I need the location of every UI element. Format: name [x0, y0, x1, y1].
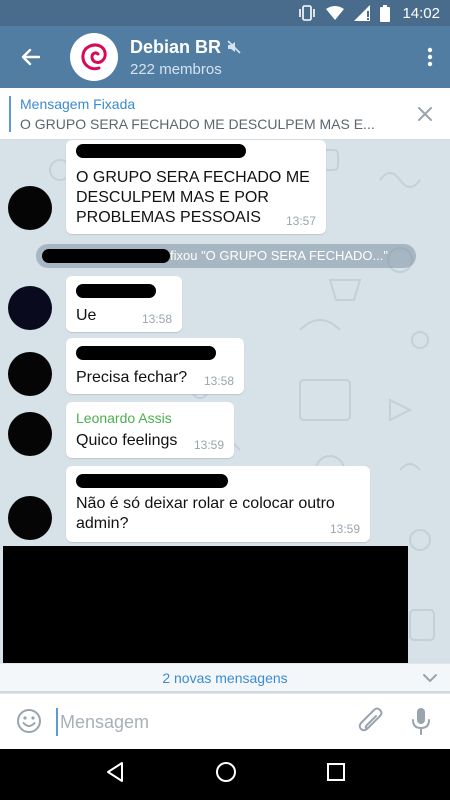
pinned-preview: O GRUPO SERA FECHADO ME DESCULPEM MAS E.…	[20, 116, 375, 132]
message-bubble[interactable]: Ue 13:58	[66, 276, 182, 332]
pinned-title: Mensagem Fixada	[20, 96, 136, 112]
redacted-sender	[76, 144, 246, 158]
back-button[interactable]	[0, 26, 60, 88]
avatar[interactable]	[8, 496, 52, 540]
chat-title: Debian BR	[130, 36, 222, 57]
message-text: Não é só deixar rolar e colocar outro ad…	[76, 495, 335, 532]
group-avatar[interactable]	[70, 33, 118, 81]
close-pinned-button[interactable]	[414, 103, 436, 125]
new-messages-label: 2 novas mensagens	[162, 669, 288, 686]
avatar[interactable]	[8, 412, 52, 456]
battery-icon	[380, 4, 391, 22]
chat-title-row: Debian BR	[130, 37, 410, 58]
emoji-button[interactable]	[16, 708, 42, 739]
debian-logo-icon	[81, 43, 107, 71]
back-arrow-icon	[21, 48, 40, 66]
nav-home-button[interactable]	[215, 761, 237, 788]
nav-back-button[interactable]	[104, 761, 126, 788]
message-sender[interactable]: Leonardo Assis	[76, 410, 172, 426]
new-messages-bar[interactable]: 2 novas mensagens	[0, 663, 450, 691]
message-time: 13:59	[329, 522, 360, 536]
message-time: 13:59	[193, 438, 224, 452]
member-count: 222 membros	[130, 60, 222, 78]
message-text: Ue	[76, 307, 97, 324]
status-bar: 14:02	[0, 0, 450, 26]
message-bubble[interactable]: Não é só deixar rolar e colocar outro ad…	[66, 466, 370, 542]
chevron-down-icon[interactable]	[422, 670, 438, 689]
pinned-message[interactable]: Mensagem Fixada O GRUPO SERA FECHADO ME …	[0, 88, 450, 140]
message-text: O GRUPO SERA FECHADO ME DESCULPEM MAS E …	[76, 169, 310, 226]
service-message: fixou "O GRUPO SERA FECHADO..."	[36, 244, 416, 268]
vibrate-icon	[298, 5, 316, 21]
emoji-icon	[17, 709, 41, 733]
nav-recents-button[interactable]	[326, 762, 346, 787]
message-text: Precisa fechar?	[76, 369, 188, 386]
triangle-back-icon	[107, 762, 124, 782]
message-time: 13:57	[285, 214, 316, 228]
avatar[interactable]	[8, 286, 52, 330]
paperclip-icon	[358, 707, 383, 732]
message-composer	[0, 693, 450, 749]
redacted-sender	[76, 284, 156, 298]
redacted-content	[3, 546, 408, 663]
wifi-icon	[326, 6, 345, 20]
message-bubble[interactable]: O GRUPO SERA FECHADO ME DESCULPEM MAS E …	[66, 140, 326, 234]
attach-button[interactable]	[358, 706, 384, 741]
redacted-sender	[76, 346, 216, 360]
message-time: 13:58	[203, 374, 234, 388]
chat-info[interactable]: Debian BR 222 membros	[130, 37, 410, 78]
message-list[interactable]: O GRUPO SERA FECHADO ME DESCULPEM MAS E …	[0, 140, 450, 663]
avatar[interactable]	[8, 352, 52, 396]
message-text: Quico feelings	[76, 432, 178, 449]
close-icon	[418, 107, 432, 121]
pinned-text: Mensagem Fixada O GRUPO SERA FECHADO ME …	[20, 96, 400, 132]
muted-icon	[227, 40, 241, 54]
more-vert-icon	[427, 47, 433, 67]
redacted-sender	[76, 474, 228, 488]
signal-icon	[354, 5, 371, 21]
chat-header: Debian BR 222 membros	[0, 26, 450, 88]
android-navigation-bar	[0, 749, 450, 800]
avatar[interactable]	[8, 186, 52, 230]
circle-home-icon	[215, 762, 236, 782]
message-input[interactable]	[56, 708, 346, 736]
more-options-button[interactable]	[410, 26, 450, 88]
redacted-name	[42, 249, 170, 263]
pinned-accent-bar	[9, 96, 11, 132]
message-bubble[interactable]: Precisa fechar? 13:58	[66, 338, 244, 394]
message-bubble[interactable]: Leonardo Assis Quico feelings 13:59	[66, 402, 234, 458]
service-text: fixou "O GRUPO SERA FECHADO..."	[170, 248, 388, 263]
status-time: 14:02	[402, 4, 440, 22]
mic-button[interactable]	[410, 706, 432, 741]
square-recents-icon	[326, 763, 345, 781]
message-time: 13:58	[141, 312, 172, 326]
mic-icon	[412, 708, 430, 735]
